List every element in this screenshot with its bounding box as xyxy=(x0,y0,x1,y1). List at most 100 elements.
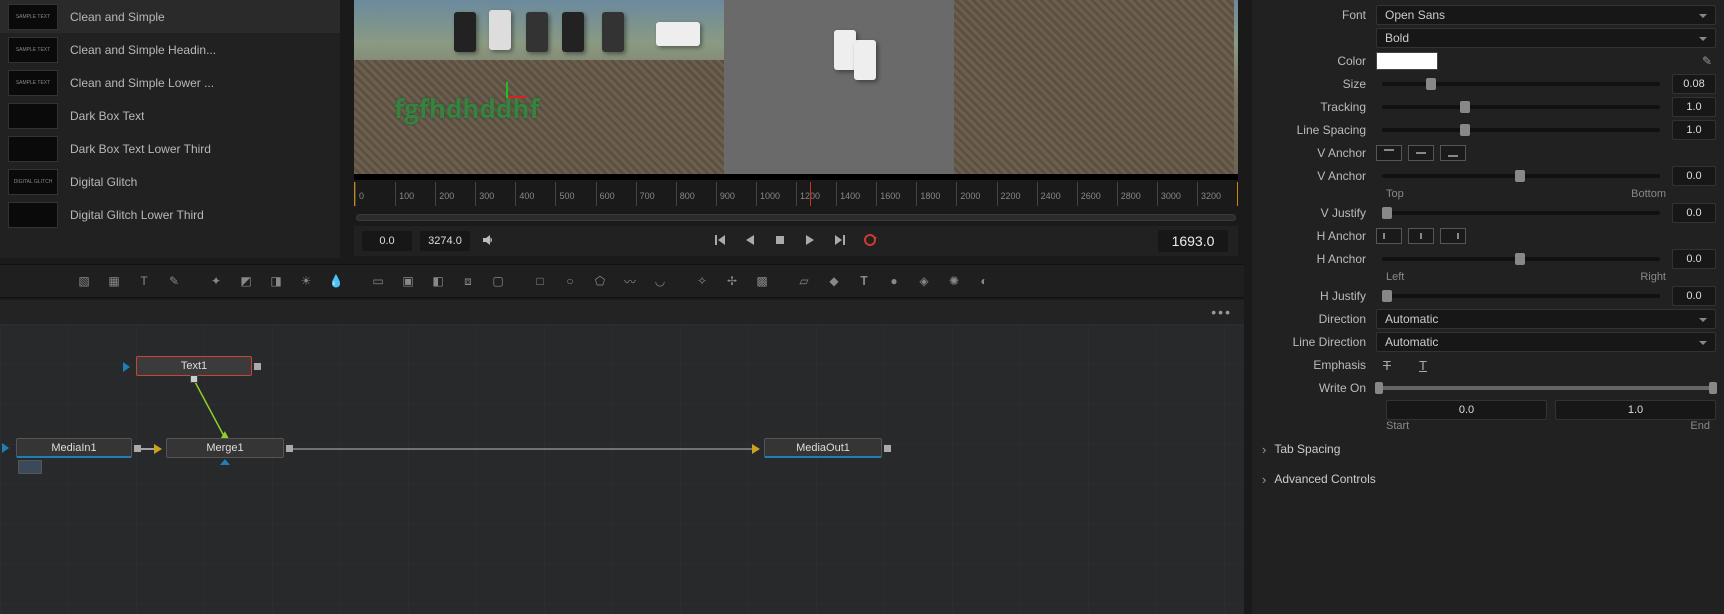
node-mediaout1[interactable]: MediaOut1 xyxy=(764,438,882,458)
vjustify-slider[interactable] xyxy=(1382,211,1660,215)
transform-tool-icon[interactable]: ▢ xyxy=(484,269,512,293)
tab-spacing-section[interactable]: Tab Spacing xyxy=(1260,436,1716,462)
vanchor-bottom-button[interactable] xyxy=(1440,145,1466,161)
bitmap-tool-icon[interactable]: ◡ xyxy=(646,269,674,293)
vjustify-value[interactable]: 0.0 xyxy=(1672,203,1716,223)
tracker-tool-icon[interactable]: ✦ xyxy=(202,269,230,293)
viewer-canvas[interactable]: fgfhdhddhf xyxy=(354,0,1238,174)
hanchor-right-button[interactable] xyxy=(1440,228,1466,244)
zoom-bar[interactable] xyxy=(354,210,1238,224)
node-merge1[interactable]: Merge1 xyxy=(166,438,284,458)
eyedropper-icon[interactable]: ✎ xyxy=(1698,52,1716,70)
vjustify-label: V Justify xyxy=(1260,206,1376,220)
direction-dropdown[interactable]: Automatic xyxy=(1376,309,1716,329)
writeon-range-slider[interactable] xyxy=(1378,386,1714,390)
resize-tool-icon[interactable]: ⧈ xyxy=(454,269,482,293)
linespacing-value[interactable]: 1.0 xyxy=(1672,120,1716,140)
polymask-tool-icon[interactable]: ⬠ xyxy=(586,269,614,293)
hanchor-center-button[interactable] xyxy=(1408,228,1434,244)
go-start-icon[interactable] xyxy=(713,233,729,249)
pemitter-tool-icon[interactable]: ✢ xyxy=(718,269,746,293)
preset-item[interactable]: Dark Box Text Lower Third xyxy=(0,132,340,165)
strikethrough-button[interactable]: T xyxy=(1376,356,1398,374)
node-output-port[interactable] xyxy=(134,445,141,452)
ellipsemask-tool-icon[interactable]: ○ xyxy=(556,269,584,293)
stop-icon[interactable] xyxy=(773,233,789,249)
transform-gizmo-icon[interactable] xyxy=(506,82,536,112)
viewer[interactable]: fgfhdhddhf xyxy=(354,0,1238,180)
vanchor-mid-button[interactable] xyxy=(1408,145,1434,161)
underline-button[interactable]: T xyxy=(1412,356,1434,374)
panel-menu-icon[interactable]: ••• xyxy=(1211,304,1232,320)
bspline-tool-icon[interactable]: 〰 xyxy=(616,269,644,293)
tracking-slider[interactable] xyxy=(1382,105,1660,109)
loop-icon[interactable] xyxy=(863,233,879,249)
hjustify-slider[interactable] xyxy=(1382,294,1660,298)
mattecontrol-tool-icon[interactable]: ◧ xyxy=(424,269,452,293)
vanchor-top-button[interactable] xyxy=(1376,145,1402,161)
hjustify-value[interactable]: 0.0 xyxy=(1672,286,1716,306)
linespacing-slider[interactable] xyxy=(1382,128,1660,132)
preset-item[interactable]: Digital Glitch Lower Third xyxy=(0,198,340,231)
tracking-value[interactable]: 1.0 xyxy=(1672,97,1716,117)
hanchor-value[interactable]: 0.0 xyxy=(1672,249,1716,269)
node-output-port[interactable] xyxy=(254,363,261,370)
colorcorrect-tool-icon[interactable]: ◩ xyxy=(232,269,260,293)
hanchor-slider[interactable] xyxy=(1382,257,1660,261)
node-mediain1[interactable]: MediaIn1 xyxy=(16,438,132,458)
shape3d-tool-icon[interactable]: ◆ xyxy=(820,269,848,293)
particles-tool-icon[interactable]: ✧ xyxy=(688,269,716,293)
size-slider[interactable] xyxy=(1382,82,1660,86)
hue-tool-icon[interactable]: ☀ xyxy=(292,269,320,293)
hanchor-left-sublabel: Left xyxy=(1386,271,1526,283)
node-text1[interactable]: Text1 xyxy=(136,356,252,376)
node-canvas[interactable]: Text1 MediaIn1 Merge1 MediaOut1 xyxy=(0,324,1244,614)
vanchor-slider[interactable] xyxy=(1382,174,1660,178)
rectmask-tool-icon[interactable]: □ xyxy=(526,269,554,293)
preset-item[interactable]: SAMPLE TEXTClean and Simple Lower ... xyxy=(0,66,340,99)
node-output-port[interactable] xyxy=(286,445,293,452)
play-reverse-icon[interactable] xyxy=(743,233,759,249)
prender-tool-icon[interactable]: ▩ xyxy=(748,269,776,293)
merge3d-tool-icon[interactable]: ◈ xyxy=(910,269,938,293)
node-input-triangle-icon[interactable] xyxy=(2,443,9,453)
preset-item[interactable]: SAMPLE TEXTClean and Simple xyxy=(0,0,340,33)
light-tool-icon[interactable]: ✺ xyxy=(940,269,968,293)
fastnoise-tool-icon[interactable]: ▦ xyxy=(100,269,128,293)
preset-item[interactable]: Dark Box Text xyxy=(0,99,340,132)
hanchor-left-button[interactable] xyxy=(1376,228,1402,244)
text-tool-icon[interactable]: T xyxy=(130,269,158,293)
writeon-start-value[interactable]: 0.0 xyxy=(1386,400,1547,420)
current-timecode[interactable]: 1693.0 xyxy=(1158,230,1228,252)
color-swatch[interactable] xyxy=(1376,52,1438,70)
time-ruler[interactable]: 0 100 200 300 400 500 600 700 800 900 10… xyxy=(354,182,1238,206)
advanced-controls-section[interactable]: Advanced Controls xyxy=(1260,466,1716,492)
volume-icon[interactable] xyxy=(480,232,496,251)
render3d-tool-icon[interactable]: ◐ xyxy=(970,269,998,293)
go-end-icon[interactable] xyxy=(833,233,849,249)
paint-tool-icon[interactable]: ✎ xyxy=(160,269,188,293)
preset-item[interactable]: SAMPLE TEXTClean and Simple Headin... xyxy=(0,33,340,66)
font-dropdown[interactable]: Open Sans xyxy=(1376,5,1716,25)
font-weight-dropdown[interactable]: Bold xyxy=(1376,28,1716,48)
background-tool-icon[interactable]: ▧ xyxy=(70,269,98,293)
preset-item[interactable]: DIGITAL GLITCHDigital Glitch xyxy=(0,165,340,198)
in-timecode[interactable]: 0.0 xyxy=(362,231,412,251)
brightness-tool-icon[interactable]: ◨ xyxy=(262,269,290,293)
node-output-port[interactable] xyxy=(884,445,891,452)
text3d-tool-icon[interactable]: 𝐓 xyxy=(850,269,878,293)
vanchor-value[interactable]: 0.0 xyxy=(1672,166,1716,186)
blur-tool-icon[interactable]: 💧 xyxy=(322,269,350,293)
writeon-end-value[interactable]: 1.0 xyxy=(1555,400,1716,420)
channelbool-tool-icon[interactable]: ▣ xyxy=(394,269,422,293)
duration-timecode[interactable]: 3274.0 xyxy=(420,231,470,251)
image3d-tool-icon[interactable]: ▱ xyxy=(790,269,818,293)
linedir-dropdown[interactable]: Automatic xyxy=(1376,332,1716,352)
play-icon[interactable] xyxy=(803,233,819,249)
ruler-tick: 2200 xyxy=(997,182,1037,206)
playhead[interactable] xyxy=(810,182,811,206)
node-input-triangle-icon[interactable] xyxy=(123,362,130,372)
merge-tool-icon[interactable]: ▭ xyxy=(364,269,392,293)
size-value[interactable]: 0.08 xyxy=(1672,74,1716,94)
camera3d-tool-icon[interactable]: ● xyxy=(880,269,908,293)
